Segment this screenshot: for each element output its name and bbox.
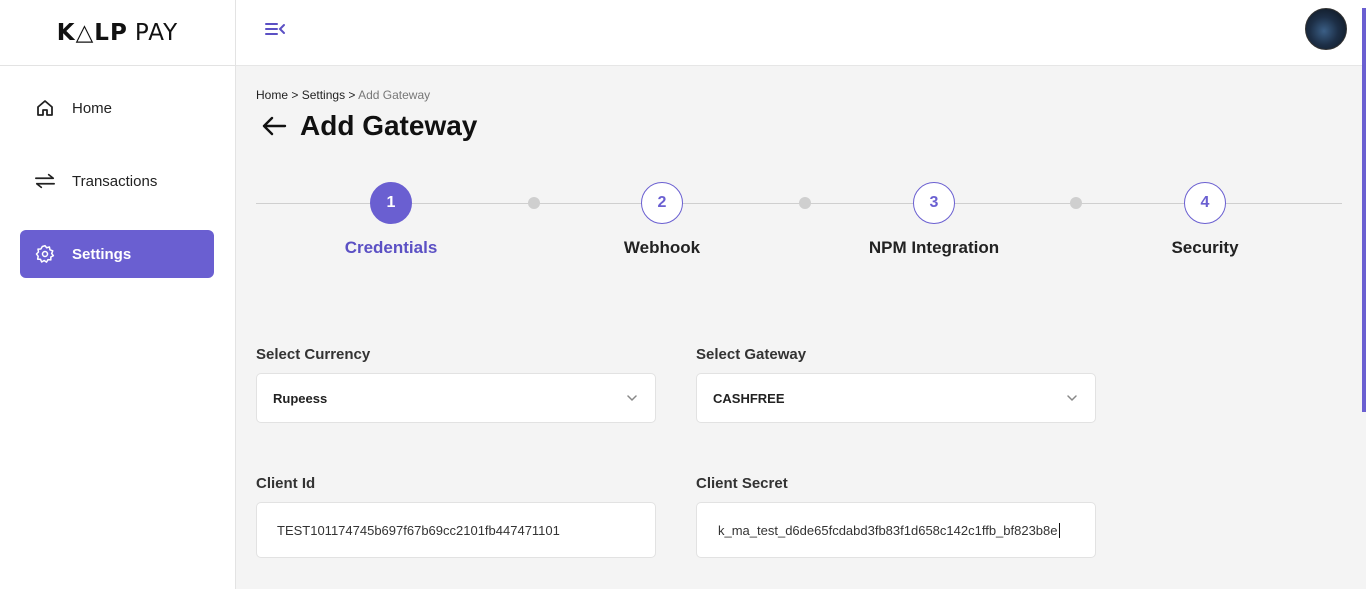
sidebar-item-label: Transactions xyxy=(72,172,158,190)
step-label: NPM Integration xyxy=(868,238,1000,257)
scrollbar[interactable] xyxy=(1362,8,1366,412)
user-avatar[interactable] xyxy=(1305,8,1347,50)
gateway-field: Select Gateway CASHFREE xyxy=(696,346,1096,423)
logo-brand: K△LP xyxy=(56,19,128,46)
chevron-down-icon xyxy=(1067,395,1077,402)
gear-icon xyxy=(34,243,56,265)
chevron-down-icon xyxy=(627,395,637,402)
client-secret-value: k_ma_test_d6de65fcdabd3fb83f1d658c142c1f… xyxy=(718,522,1058,538)
sidebar-item-label: Home xyxy=(72,99,113,117)
client-id-value: TEST101174745b697f67b69cc2101fb447471101 xyxy=(277,522,560,538)
step-number: 3 xyxy=(913,182,955,224)
step-npm-integration[interactable]: 3 NPM Integration xyxy=(844,182,1024,258)
breadcrumb-home[interactable]: Home xyxy=(256,88,288,102)
text-caret xyxy=(1058,522,1060,538)
kalp-pay-logo[interactable]: K△LP PAY xyxy=(57,20,178,46)
step-credentials[interactable]: 1 Credentials xyxy=(301,182,481,258)
client-secret-field: Client Secret k_ma_test_d6de65fcdabd3fb8… xyxy=(696,475,1096,558)
step-number: 2 xyxy=(641,182,683,224)
step-security[interactable]: 4 Security xyxy=(1115,182,1295,258)
step-label: Credentials xyxy=(344,238,438,257)
step-label: Security xyxy=(1171,238,1239,257)
client-secret-input[interactable]: k_ma_test_d6de65fcdabd3fb83f1d658c142c1f… xyxy=(696,502,1096,558)
sidebar: K△LP PAY Home Transactions Settings xyxy=(0,0,236,589)
stepper: 1 Credentials 2 Webhook 3 NPM Integratio… xyxy=(256,182,1342,262)
sidebar-item-label: Settings xyxy=(72,245,132,263)
sidebar-item-transactions[interactable]: Transactions xyxy=(20,157,214,205)
currency-value: Rupeess xyxy=(273,390,328,406)
title-row: Add Gateway xyxy=(256,110,477,142)
menu-collapse-icon[interactable] xyxy=(264,20,288,40)
breadcrumb-separator: > xyxy=(288,88,302,102)
stepper-dot xyxy=(1070,197,1082,209)
logo-area: K△LP PAY xyxy=(0,0,235,66)
home-icon xyxy=(34,97,56,119)
currency-field: Select Currency Rupeess xyxy=(256,346,656,423)
back-arrow-icon[interactable] xyxy=(260,112,288,140)
gateway-select[interactable]: CASHFREE xyxy=(696,373,1096,423)
breadcrumb-settings[interactable]: Settings xyxy=(302,88,345,102)
gateway-label: Select Gateway xyxy=(696,346,807,363)
sidebar-nav: Home Transactions Settings xyxy=(0,66,235,278)
sidebar-item-home[interactable]: Home xyxy=(20,84,214,132)
step-number: 4 xyxy=(1184,182,1226,224)
step-label: Webhook xyxy=(623,238,701,257)
stepper-dot xyxy=(799,197,811,209)
stepper-dot xyxy=(528,197,540,209)
breadcrumb-separator: > xyxy=(345,88,359,102)
logo-suffix: PAY xyxy=(134,19,179,46)
swap-arrows-icon xyxy=(34,170,56,192)
currency-select[interactable]: Rupeess xyxy=(256,373,656,423)
sidebar-item-settings[interactable]: Settings xyxy=(20,230,214,278)
client-id-label: Client Id xyxy=(256,475,316,492)
client-id-field: Client Id TEST101174745b697f67b69cc2101f… xyxy=(256,475,656,558)
step-webhook[interactable]: 2 Webhook xyxy=(572,182,752,258)
page-title: Add Gateway xyxy=(300,110,478,141)
gateway-value: CASHFREE xyxy=(713,390,785,406)
topbar xyxy=(236,0,1366,66)
client-secret-label: Client Secret xyxy=(696,475,788,492)
client-id-input[interactable]: TEST101174745b697f67b69cc2101fb447471101 xyxy=(256,502,656,558)
step-number: 1 xyxy=(370,182,412,224)
breadcrumb: Home > Settings > Add Gateway xyxy=(256,88,430,102)
breadcrumb-current: Add Gateway xyxy=(358,88,431,102)
currency-label: Select Currency xyxy=(256,346,371,363)
